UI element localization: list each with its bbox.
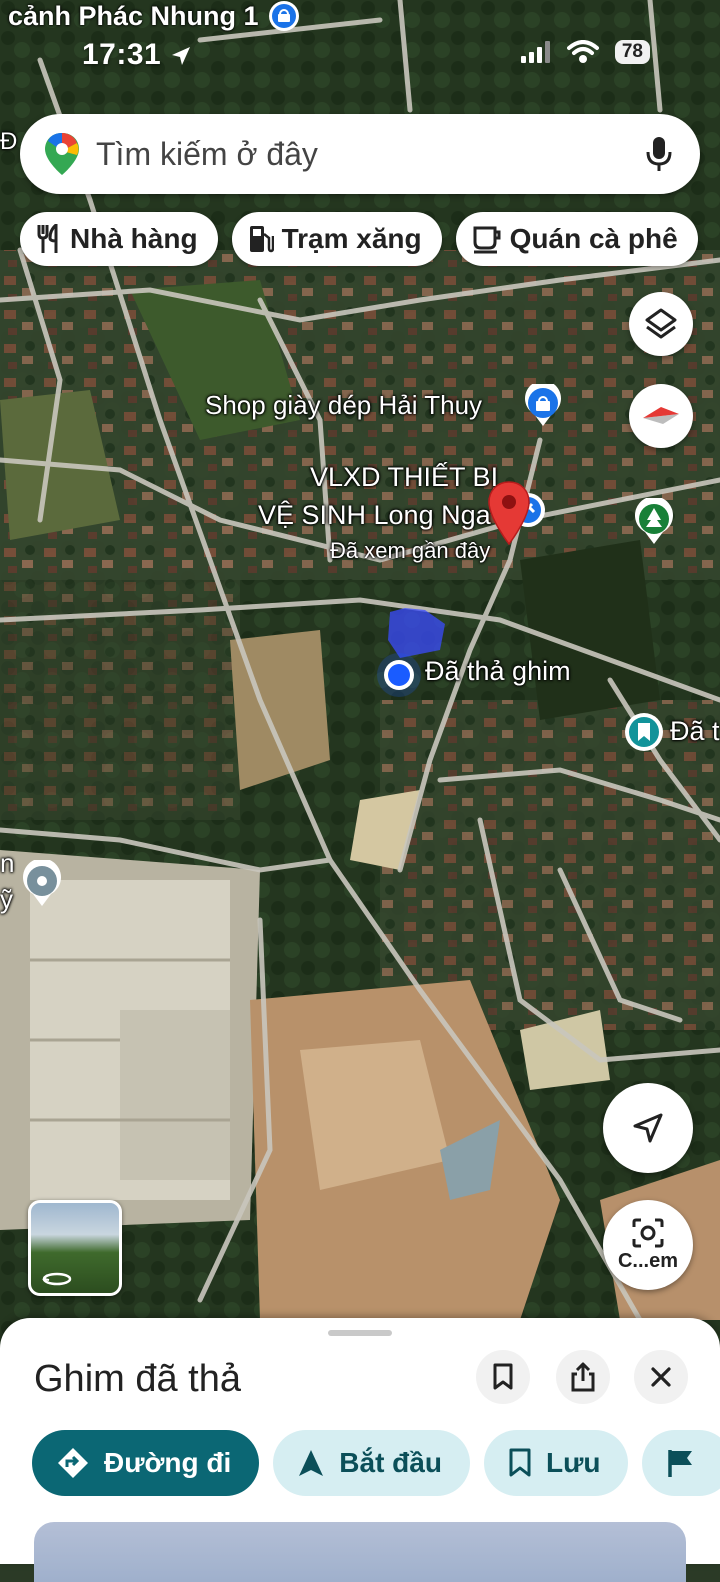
location-arrow-icon [172, 47, 191, 66]
sheet-action-row: Đường đi Bắt đầu Lưu [32, 1430, 720, 1496]
park-pin-icon[interactable] [632, 498, 676, 546]
lens-label: C...em [617, 1249, 679, 1272]
gas-station-icon [249, 226, 274, 253]
map-label-dropped-pin[interactable]: Đã thả ghim [425, 656, 571, 687]
map-label-cut-left-2[interactable]: ỹ [0, 884, 13, 915]
restaurant-icon [37, 224, 58, 253]
share-icon-button[interactable] [556, 1350, 610, 1404]
map-pin-icon [269, 1, 300, 31]
street-view-thumbnail[interactable] [28, 1200, 122, 1296]
search-input[interactable]: Tìm kiếm ở đây [96, 136, 646, 173]
close-icon [651, 1367, 671, 1387]
status-icons: 78 [520, 40, 650, 64]
close-button[interactable] [634, 1350, 688, 1404]
start-navigation-button[interactable]: Bắt đầu [273, 1430, 470, 1496]
label-flag-button[interactable] [642, 1430, 720, 1496]
wifi-icon [566, 40, 599, 63]
layers-icon [645, 308, 677, 339]
directions-icon [58, 1448, 88, 1478]
share-icon [571, 1362, 595, 1392]
top-place-text: cảnh Phác Nhung 1 [8, 1, 259, 32]
google-maps-logo-icon [45, 133, 79, 175]
place-photo-preview[interactable] [34, 1522, 686, 1582]
chip-restaurants[interactable]: Nhà hàng [20, 212, 218, 266]
flag-icon [668, 1450, 693, 1477]
layers-button[interactable] [629, 292, 693, 356]
chip-gas-stations[interactable]: Trạm xăng [231, 212, 442, 266]
save-icon-button[interactable] [476, 1350, 530, 1404]
bookmark-icon [509, 1448, 531, 1477]
map-label-vlxd-2[interactable]: VỆ SINH Long Nga [258, 500, 491, 531]
save-button[interactable]: Lưu [483, 1430, 629, 1496]
camera-lens-icon [632, 1218, 664, 1247]
search-bar[interactable]: Tìm kiếm ở đây [20, 114, 700, 194]
compass-button[interactable] [629, 384, 693, 448]
sheet-drag-handle[interactable] [328, 1330, 392, 1336]
current-location-dot-icon[interactable] [376, 652, 422, 698]
coffee-icon [473, 226, 501, 254]
red-location-pin-icon[interactable] [486, 480, 532, 546]
rotate-360-icon [42, 1272, 72, 1286]
directions-button[interactable]: Đường đi [32, 1430, 260, 1496]
map-place-label-top[interactable]: cảnh Phác Nhung 1 [8, 0, 302, 36]
category-chips: Nhà hàng Trạm xăng Quán cà phê [20, 212, 698, 266]
map-label-cut-topleft[interactable]: Đ [0, 128, 17, 156]
map-label-shop[interactable]: Shop giày dép Hải Thuy [205, 390, 482, 421]
battery-indicator: 78 [614, 40, 650, 64]
map-label-cut-right[interactable]: Đã t [670, 716, 720, 747]
bookmark-icon [493, 1363, 513, 1390]
map-label-cut-left-1[interactable]: n [0, 848, 14, 879]
saved-place-pin-icon[interactable] [622, 710, 666, 754]
map-label-vlxd-1[interactable]: VLXD THIẾT BỊ [310, 462, 498, 493]
navigation-arrow-icon [299, 1450, 324, 1476]
status-time: 17:31 [82, 38, 192, 72]
sheet-title: Ghim đã thả [34, 1358, 241, 1400]
place-pin-icon[interactable] [20, 860, 64, 908]
compass-icon [643, 407, 679, 424]
microphone-icon[interactable] [646, 136, 672, 172]
my-location-button[interactable] [603, 1083, 693, 1173]
lens-camera-button[interactable]: C...em [603, 1200, 693, 1290]
signal-icon [520, 41, 550, 63]
shopping-pin-icon[interactable] [522, 384, 564, 428]
navigation-arrow-icon [633, 1113, 663, 1143]
map-label-recent: Đã xem gần đây [330, 538, 491, 563]
chip-coffee[interactable]: Quán cà phê [455, 212, 698, 266]
